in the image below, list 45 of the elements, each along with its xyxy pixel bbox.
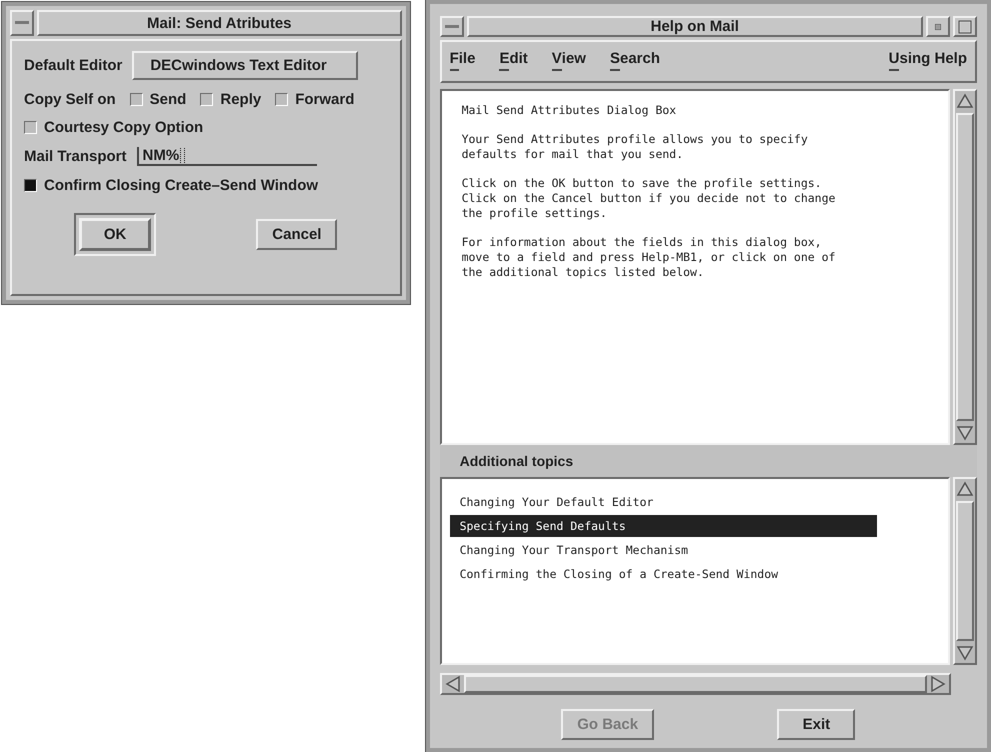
minimize-button[interactable] <box>926 16 950 37</box>
scroll-down-arrow-icon[interactable] <box>956 645 974 661</box>
dash-icon <box>15 21 29 25</box>
help-paragraph: For information about the fields in this dialog box, move to a field and press Help-MB1, or click on one of the additional topics listed below. <box>462 235 836 280</box>
window-menu-button[interactable] <box>440 16 464 37</box>
menu-item[interactable]: Using Help <box>888 50 967 71</box>
checkbox-option[interactable]: Send <box>130 91 186 108</box>
menu-item[interactable]: View <box>552 50 586 71</box>
checkbox-option[interactable]: Reply <box>200 91 262 108</box>
field-label: Mail Transport <box>24 148 127 165</box>
menu-item[interactable]: Edit <box>499 50 528 71</box>
ok-button[interactable]: OK <box>79 218 152 251</box>
scroll-left-arrow-icon[interactable] <box>444 675 461 693</box>
editor-field[interactable]: DECwindows Text Editor <box>132 51 358 80</box>
scroll-down-arrow-icon[interactable] <box>956 425 974 441</box>
checkbox-option[interactable]: Confirm Closing Create–Send Window <box>24 177 318 194</box>
field-label: Copy Self on <box>24 91 116 108</box>
checkbox-option[interactable]: Forward <box>275 91 354 108</box>
field-label: Default Editor <box>24 57 122 74</box>
window-title: Mail: Send Atributes <box>37 10 402 36</box>
maximize-button[interactable] <box>953 16 977 37</box>
topic-item[interactable]: Confirming the Closing of a Create-Send Window <box>450 563 877 585</box>
topic-item[interactable]: Changing Your Transport Mechanism <box>450 539 877 561</box>
vertical-scrollbar[interactable] <box>953 477 977 665</box>
cancel-button[interactable]: Cancel <box>256 219 338 250</box>
menu-item[interactable]: File <box>450 50 476 71</box>
horizontal-scrollbar[interactable] <box>440 673 951 695</box>
checkbox-option[interactable]: Courtesy Copy Option <box>24 119 204 136</box>
scroll-right-arrow-icon[interactable] <box>930 675 946 693</box>
square-icon <box>958 20 972 34</box>
topic-item[interactable]: Changing Your Default Editor <box>450 491 877 513</box>
dash-icon <box>444 24 459 28</box>
help-paragraph: Mail Send Attributes Dialog Box <box>462 103 678 118</box>
window-menu-button[interactable] <box>10 10 34 36</box>
scroll-up-arrow-icon[interactable] <box>956 481 974 497</box>
help-paragraph: Your Send Attributes profile allows you to specify defaults for mail that you send. <box>462 132 809 162</box>
vertical-scrollbar[interactable] <box>953 89 977 445</box>
topic-item[interactable]: Specifying Send Defaults <box>450 515 877 537</box>
help-paragraph: Click on the OK button to save the profile settings. Click on the Cancel button if you decide not to change the profile settings. <box>462 176 836 221</box>
window-title: Help on Mail <box>466 16 923 37</box>
menu-item[interactable]: Search <box>610 50 660 71</box>
transport-field[interactable]: NM% <box>136 147 317 166</box>
scroll-up-arrow-icon[interactable] <box>956 93 974 109</box>
exit-button[interactable]: Exit <box>777 709 856 740</box>
section-heading: Additional topics <box>440 445 977 477</box>
